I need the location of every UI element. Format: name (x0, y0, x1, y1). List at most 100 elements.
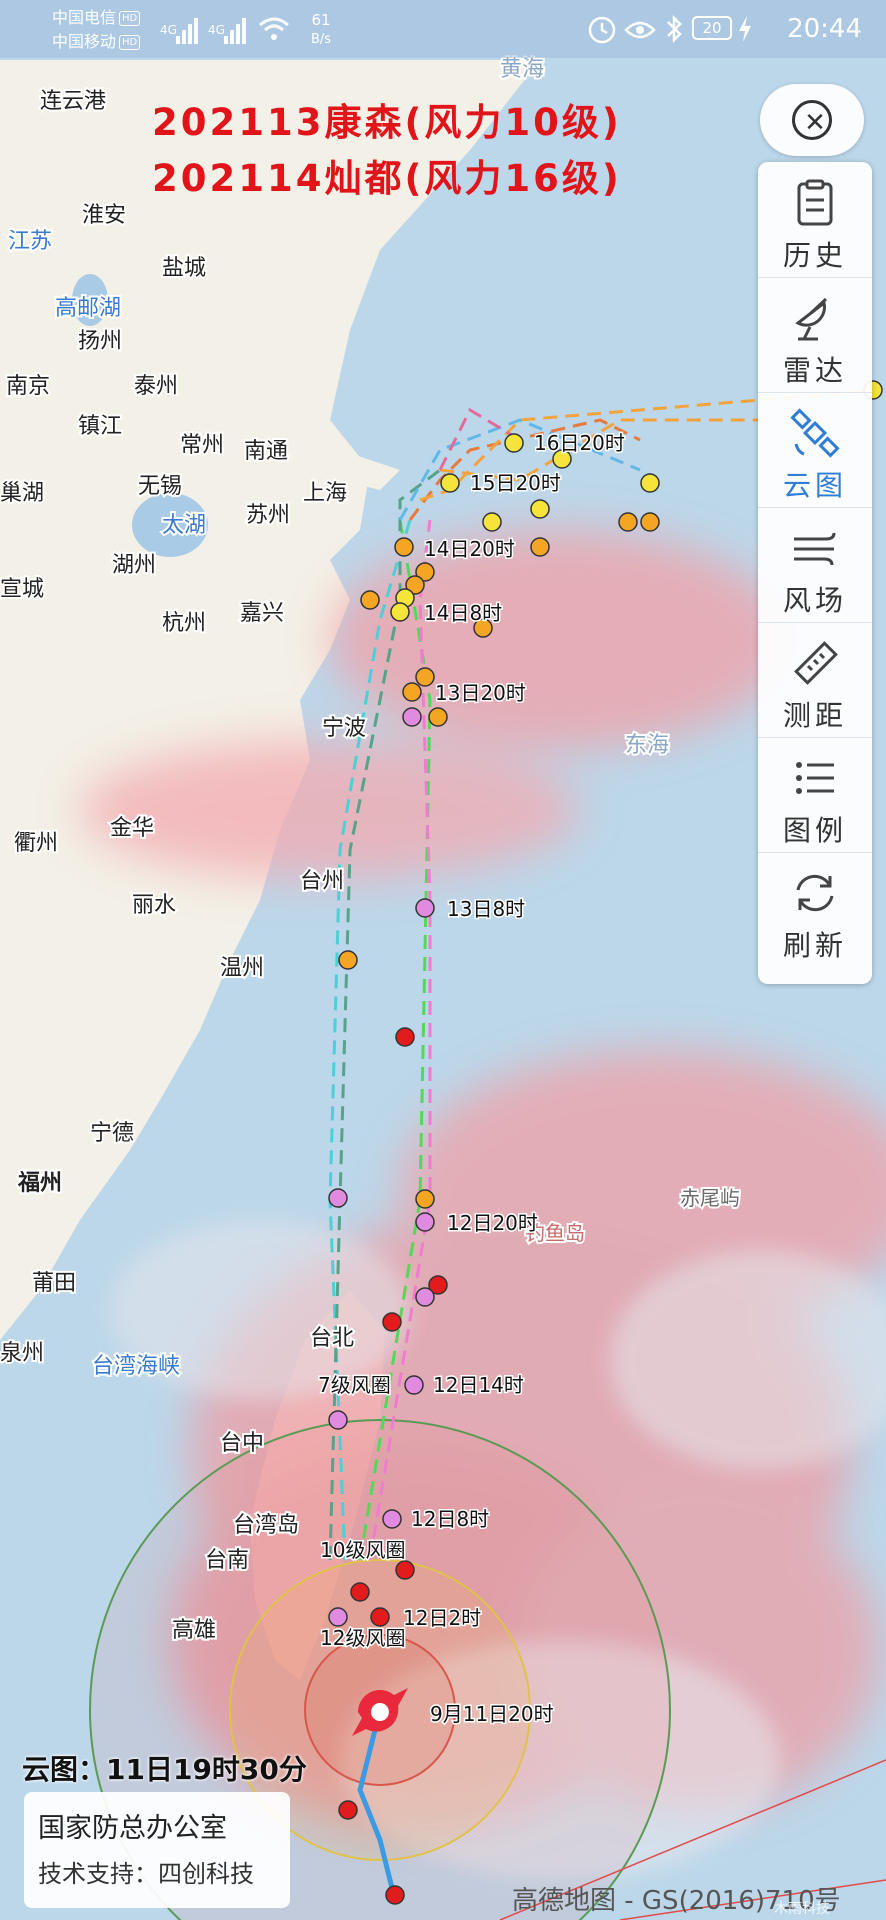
track-label: 9月11日20时 (430, 1702, 554, 1726)
wind-circle-label: 12级风圈 (320, 1626, 405, 1650)
legend-icon (796, 762, 834, 794)
toolbar-label: 雷达 (782, 354, 847, 387)
credit-tech-support: 技术支持：四创科技 (38, 1860, 254, 1888)
city-label: 太湖 (162, 513, 206, 538)
city-label: 丽水 (132, 893, 176, 918)
net-speed-unit: B/s (310, 32, 332, 47)
toolbar-label: 历史 (782, 239, 847, 272)
city-label: 盐城 (162, 256, 206, 281)
city-label: 南通 (244, 439, 288, 464)
map-toolbar: 历史 雷达 云图 风场 测距 图例 刷新 (758, 162, 872, 984)
city-label: 淮安 (82, 203, 126, 228)
bluetooth-icon (664, 14, 684, 48)
city-label: 苏州 (246, 503, 290, 528)
credit-box: 国家防总办公室 技术支持：四创科技 (24, 1792, 290, 1908)
track-label: 15日20时 (470, 471, 561, 495)
city-label: 江苏 (8, 229, 52, 254)
cloud-image-time: 云图：11日19时30分 (22, 1753, 307, 1786)
satellite-icon (790, 408, 840, 458)
city-label: 台北 (310, 1326, 354, 1351)
toolbar-label: 刷新 (782, 929, 847, 962)
city-label: 嘉兴 (240, 601, 284, 626)
close-icon: ✕ (792, 100, 832, 140)
watermark: 木雨科技 (774, 1901, 830, 1917)
typhoon-title-2: 202114灿都(风力16级) (152, 157, 622, 200)
battery-icon: 20 (692, 16, 732, 40)
city-label: 台中 (220, 1431, 264, 1456)
toolbar-legend-button[interactable]: 图例 (758, 737, 872, 853)
city-label: 宁德 (90, 1121, 134, 1146)
toolbar-cloud-button[interactable]: 云图 (758, 392, 872, 508)
signal-icon-b (224, 16, 248, 48)
track-label: 14日20时 (424, 537, 515, 561)
city-label: 台湾海峡 (92, 1354, 180, 1379)
city-label: 高邮湖 (55, 296, 121, 321)
track-label: 12日8时 (411, 1507, 489, 1531)
toolbar-history-button[interactable]: 历史 (758, 162, 872, 278)
city-label: 台南 (205, 1548, 249, 1573)
track-label: 16日20时 (534, 431, 625, 455)
city-label: 连云港 (40, 89, 106, 114)
wifi-icon (258, 16, 290, 46)
city-label: 宁波 (322, 716, 366, 741)
city-label: 温州 (220, 956, 264, 981)
typhoon-title-1: 202113康森(风力10级) (152, 101, 622, 144)
carrier-1: 中国电信 HD (52, 8, 141, 28)
clock-mode-icon (588, 16, 616, 48)
toolbar-radar-button[interactable]: 雷达 (758, 277, 872, 393)
carrier-2: 中国移动 HD (52, 32, 141, 52)
city-label: 福州 (17, 1171, 62, 1196)
wind-circle-label: 10级风圈 (320, 1538, 405, 1562)
toolbar-refresh-button[interactable]: 刷新 (758, 852, 872, 967)
city-label: 宣城 (0, 577, 44, 602)
track-label: 13日20时 (435, 681, 526, 705)
city-label: 高雄 (172, 1618, 216, 1643)
city-label: 上海 (303, 481, 347, 506)
city-label: 南京 (6, 374, 50, 399)
close-button[interactable]: ✕ (760, 84, 864, 156)
city-label: 巢湖 (0, 481, 44, 506)
toolbar-ruler-button[interactable]: 测距 (758, 622, 872, 738)
clock-time: 20:44 (787, 14, 862, 44)
network-type-a: 4G (160, 23, 177, 37)
city-label: 台州 (300, 869, 344, 894)
ruler-icon (794, 641, 838, 685)
radar-icon (795, 297, 828, 341)
history-icon (797, 179, 833, 226)
city-label: 扬州 (78, 329, 122, 354)
toolbar-label: 风场 (782, 584, 847, 617)
signal-icon-a (176, 16, 200, 48)
track-label: 14日8时 (424, 601, 502, 625)
eye-icon (624, 18, 656, 46)
track-label: 13日8时 (447, 897, 525, 921)
toolbar-label: 测距 (782, 699, 847, 732)
city-label: 湖州 (112, 553, 156, 578)
track-label: 12日14时 (433, 1373, 524, 1397)
city-label: 东海 (625, 733, 669, 758)
city-label: 金华 (110, 816, 154, 841)
city-label: 杭州 (162, 611, 206, 636)
wind-circle-label: 7级风圈 (318, 1373, 391, 1397)
typhoon-map[interactable]: 连云港 淮安 盐城 高邮湖 扬州 南京 泰州 镇江 常州 南通 无锡 太湖 苏州… (0, 0, 886, 1920)
city-label: 无锡 (138, 474, 182, 499)
city-label: 镇江 (78, 414, 122, 439)
city-label: 黄海 (500, 57, 544, 82)
city-label: 常州 (180, 433, 224, 458)
network-type-b: 4G (208, 23, 225, 37)
city-label: 赤尾屿 (680, 1186, 740, 1210)
city-label: 台湾岛 (233, 1513, 299, 1538)
net-speed-value: 61 (311, 11, 331, 29)
track-label: 12日2时 (403, 1606, 481, 1630)
wind-icon (794, 532, 836, 566)
status-bar: 中国电信 HD 中国移动 HD 4G 4G 61 B/s 20 20:44 (0, 0, 886, 58)
city-label: 泉州 (0, 1341, 44, 1366)
toolbar-label: 图例 (782, 814, 847, 847)
credit-organization: 国家防总办公室 (38, 1813, 227, 1844)
city-label: 泰州 (134, 374, 178, 399)
refresh-icon (796, 874, 834, 912)
city-label: 莆田 (32, 1271, 76, 1296)
charging-icon (738, 16, 752, 46)
battery-level: 20 (702, 19, 722, 37)
toolbar-wind-button[interactable]: 风场 (758, 507, 872, 623)
city-label: 衢州 (14, 831, 58, 856)
